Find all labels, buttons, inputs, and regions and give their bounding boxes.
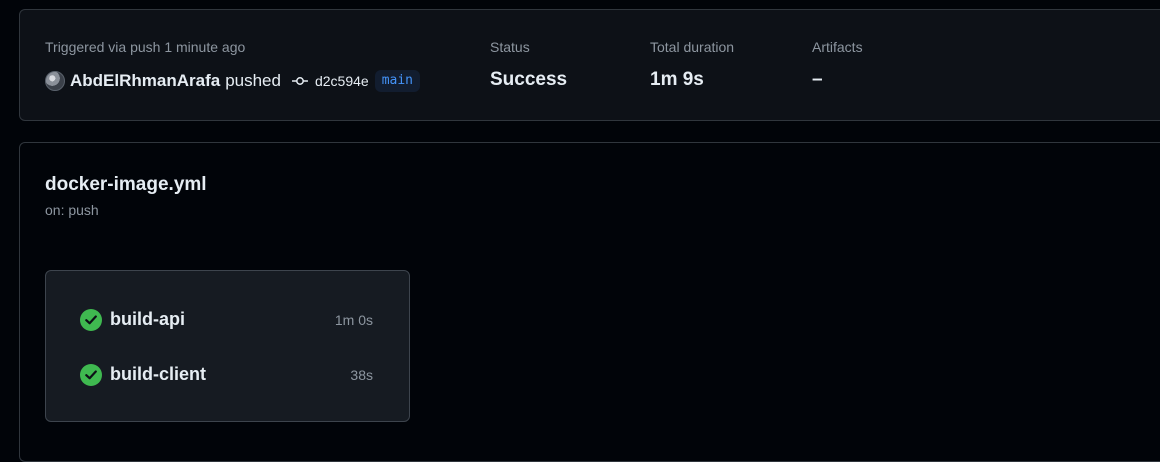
status-label: Status [490, 39, 530, 55]
workflow-trigger-text: on: push [45, 202, 99, 218]
commit-icon [291, 77, 308, 85]
artifacts-label: Artifacts [812, 39, 863, 55]
total-duration-value: 1m 9s [650, 69, 704, 90]
action-text: pushed [225, 71, 281, 90]
total-duration-label: Total duration [650, 39, 735, 55]
commit-sha-link[interactable]: d2c594e [315, 73, 369, 89]
job-name: build-api [110, 309, 185, 329]
success-check-icon [80, 309, 102, 331]
success-check-icon [80, 364, 102, 386]
branch-badge[interactable]: main [374, 70, 420, 92]
actor-link[interactable]: AbdElRhmanArafa [70, 71, 220, 91]
actor-commit-row: AbdElRhmanArafa pushed d2c594e main [45, 69, 420, 93]
avatar[interactable] [45, 71, 65, 91]
job-build-client[interactable]: build-client 38s [46, 362, 409, 388]
job-build-api[interactable]: build-api 1m 0s [46, 307, 409, 333]
status-value: Success [490, 69, 568, 90]
run-summary-card: Triggered via push 1 minute ago AbdElRhm… [19, 9, 1160, 121]
workflow-file-title[interactable]: docker-image.yml [45, 174, 207, 196]
workflow-graph-card: docker-image.yml on: push build-api 1m 0… [19, 142, 1160, 462]
artifacts-value: – [812, 69, 823, 90]
job-duration: 1m 0s [334, 312, 373, 328]
trigger-text: Triggered via push 1 minute ago [45, 39, 246, 55]
job-name: build-client [110, 364, 206, 384]
job-duration: 38s [350, 367, 373, 383]
jobs-group: build-api 1m 0s build-client 38s [45, 270, 410, 422]
